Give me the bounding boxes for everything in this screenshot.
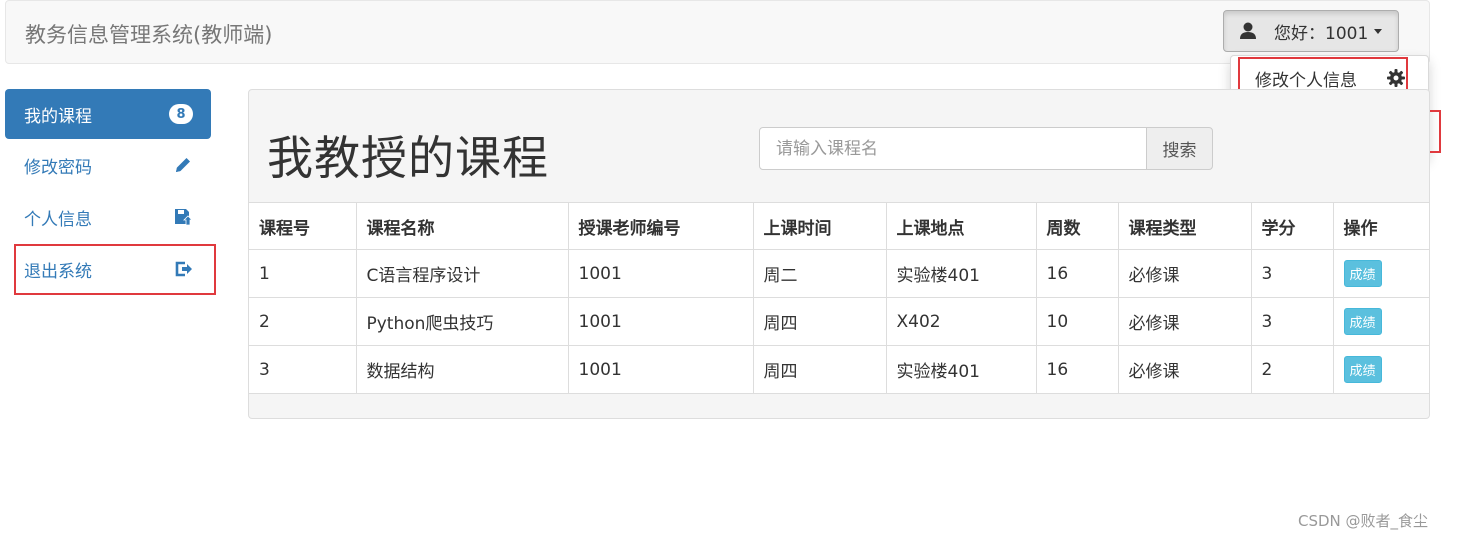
- table-cell: 3: [249, 345, 357, 394]
- table-row: 2 Python爬虫技巧 1001 周四 X402 10 必修课 3 成绩: [249, 297, 1429, 346]
- sidebar-item-label: 修改密码: [24, 157, 92, 178]
- table-cell: 16: [1035, 249, 1119, 298]
- table-cell: C语言程序设计: [355, 249, 569, 298]
- column-header: 授课老师编号: [567, 202, 754, 250]
- table-cell: 成绩: [1332, 297, 1429, 346]
- column-header: 课程名称: [355, 202, 569, 250]
- column-header: 上课地点: [885, 202, 1037, 250]
- table-cell: 必修课: [1117, 297, 1252, 346]
- table-cell: 成绩: [1332, 345, 1429, 394]
- score-button[interactable]: 成绩: [1343, 260, 1382, 287]
- sidebar-item-label: 我的课程: [24, 106, 92, 127]
- search-input[interactable]: [759, 127, 1147, 170]
- sidebar-item-change-password[interactable]: 修改密码: [5, 139, 211, 191]
- logout-icon: [175, 261, 192, 277]
- table-cell: 实验楼401: [885, 345, 1037, 394]
- chevron-down-icon: [1374, 28, 1383, 34]
- table-row: 3 数据结构 1001 周四 实验楼401 16 必修课 2 成绩: [249, 345, 1429, 394]
- table-cell: Python爬虫技巧: [355, 297, 569, 346]
- table-cell: 10: [1035, 297, 1119, 346]
- table-cell: 3: [1250, 297, 1334, 346]
- table-cell: 1001: [567, 249, 754, 298]
- table-cell: 1: [249, 249, 357, 298]
- column-header: 操作: [1332, 202, 1429, 250]
- table-cell: 周四: [752, 297, 887, 346]
- sidebar-item-label: 退出系统: [24, 261, 92, 282]
- column-header: 课程类型: [1117, 202, 1252, 250]
- page-title: 我教授的课程: [267, 131, 549, 185]
- column-header: 周数: [1035, 202, 1119, 250]
- gear-icon: [1387, 69, 1405, 87]
- sidebar: 我的课程 8 修改密码 个人信息 退出系统: [5, 89, 211, 295]
- table-cell: 实验楼401: [885, 249, 1037, 298]
- score-button[interactable]: 成绩: [1343, 356, 1382, 383]
- table-cell: X402: [885, 297, 1037, 346]
- menu-item-label: 修改个人信息: [1255, 70, 1357, 91]
- table-cell: 周四: [752, 345, 887, 394]
- score-button[interactable]: 成绩: [1343, 308, 1382, 335]
- column-header: 上课时间: [752, 202, 887, 250]
- table-cell: 1001: [567, 345, 754, 394]
- table-header-row: 课程号 课程名称 授课老师编号 上课时间 上课地点 周数 课程类型 学分 操作: [249, 202, 1429, 250]
- column-header: 课程号: [249, 202, 357, 250]
- brand-title[interactable]: 教务信息管理系统(教师端): [25, 19, 272, 49]
- sidebar-item-my-courses[interactable]: 我的课程 8: [5, 89, 211, 139]
- search-button[interactable]: 搜索: [1146, 127, 1213, 170]
- table-cell: 16: [1035, 345, 1119, 394]
- user-icon: [1240, 22, 1256, 39]
- table-cell: 成绩: [1332, 249, 1429, 298]
- navbar: 教务信息管理系统(教师端): [5, 0, 1430, 64]
- user-menu-button[interactable]: 您好：1001: [1223, 10, 1399, 52]
- course-table: 课程号 课程名称 授课老师编号 上课时间 上课地点 周数 课程类型 学分 操作 …: [249, 202, 1429, 394]
- table-cell: 必修课: [1117, 249, 1252, 298]
- table-cell: 数据结构: [355, 345, 569, 394]
- table-cell: 2: [249, 297, 357, 346]
- table-cell: 3: [1250, 249, 1334, 298]
- pencil-icon: [176, 158, 190, 172]
- save-icon: [175, 209, 193, 226]
- user-greeting: 您好：1001: [1274, 23, 1369, 44]
- table-row: 1 C语言程序设计 1001 周二 实验楼401 16 必修课 3 成绩: [249, 249, 1429, 298]
- column-header: 学分: [1250, 202, 1334, 250]
- course-panel: 我教授的课程 搜索 课程号 课程名称 授课老师编号 上课时间 上课地点 周数 课…: [248, 89, 1430, 419]
- watermark-text: CSDN @败者_食尘: [1298, 512, 1429, 530]
- sidebar-item-label: 个人信息: [24, 209, 92, 230]
- course-count-badge: 8: [169, 104, 193, 124]
- sidebar-item-personal-info[interactable]: 个人信息: [5, 191, 211, 243]
- sidebar-item-logout[interactable]: 退出系统: [5, 243, 211, 295]
- table-cell: 周二: [752, 249, 887, 298]
- table-cell: 2: [1250, 345, 1334, 394]
- table-cell: 1001: [567, 297, 754, 346]
- table-cell: 必修课: [1117, 345, 1252, 394]
